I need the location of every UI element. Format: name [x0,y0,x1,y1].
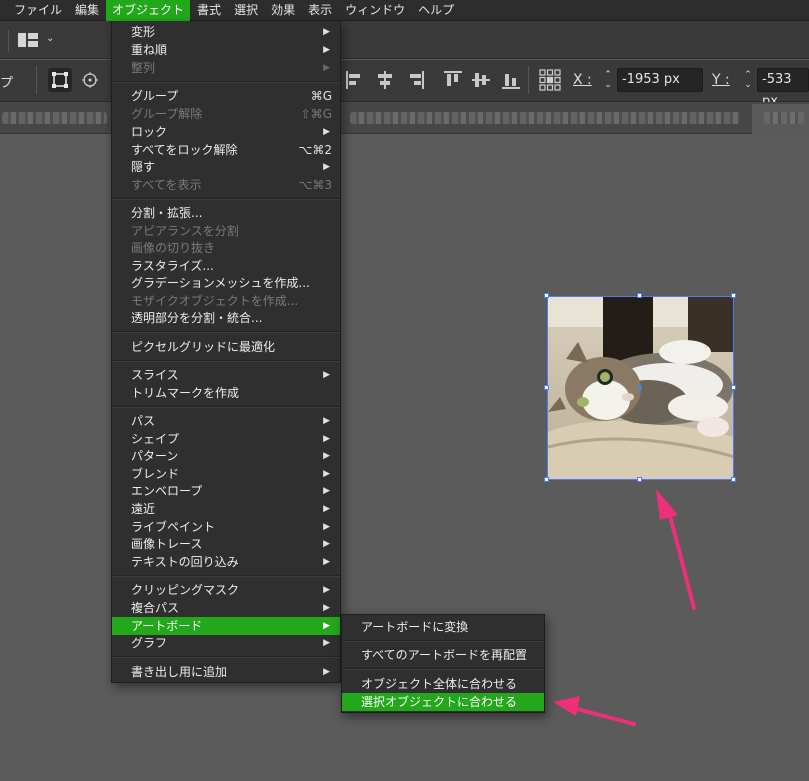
menu-item-rasterize[interactable]: ラスタライズ... [112,257,340,275]
annotation-arrow-up-icon [666,506,696,610]
menu-item-blend[interactable]: ブレンド ▶ [112,465,340,483]
menu-item-group[interactable]: グループ ⌘G [112,87,340,105]
menu-item-image-trace[interactable]: 画像トレース ▶ [112,535,340,553]
submenu-arrow-icon: ▶ [323,45,330,55]
menu-item-compound-path[interactable]: 複合パス ▶ [112,599,340,617]
submenu-arrow-icon: ▶ [323,667,330,677]
object-menu: 変形 ▶ 重ね順 ▶ 整列 ▶ グループ ⌘G グループ解除 ⇧⌘G ロック ▶ すべてをロ… [111,21,341,683]
shortcut-label: ⌘G [310,89,332,103]
shortcut-label: ⌥⌘3 [298,178,332,192]
menu-item-flatten-transparency[interactable]: 透明部分を分割・統合... [112,309,340,327]
menu-item-transform[interactable]: 変形 ▶ [112,23,340,41]
submenu-arrow-icon: ▶ [323,504,330,514]
annotation-arrowhead-icon [656,489,678,520]
menu-item-mosaic: モザイクオブジェクトを作成... [131,294,299,308]
menu-item-clipping-mask[interactable]: クリッピングマスク ▶ [112,581,340,599]
menu-item-shape[interactable]: シェイプ ▶ [112,430,340,448]
menu-separator [342,668,544,670]
menu-item-expand[interactable]: 分割・拡張... [112,204,340,222]
submenu-arrow-icon: ▶ [323,416,330,426]
submenu-item-convert-to-artboards[interactable]: アートボードに変換 [342,618,544,636]
menu-item-arrange[interactable]: 重ね順 ▶ [112,41,340,59]
menu-separator [112,406,340,408]
menu-item-trim-marks[interactable]: トリムマークを作成 [112,384,340,402]
menu-item-unlock-all[interactable]: すべてをロック解除 ⌥⌘2 [112,141,340,159]
menu-item-ungroup: グループ解除 ⇧⌘G [131,107,332,121]
menu-item-slice[interactable]: スライス ▶ [112,366,340,384]
submenu-arrow-icon: ▶ [323,469,330,479]
menu-separator [112,656,340,658]
submenu-arrow-icon: ▶ [323,434,330,444]
menu-separator [342,640,544,642]
menu-separator [112,198,340,200]
menu-separator [112,360,340,362]
submenu-arrow-icon: ▶ [323,451,330,461]
submenu-arrow-icon: ▶ [323,127,330,137]
submenu-arrow-icon: ▶ [323,370,330,380]
annotation-arrowhead-icon [553,696,580,716]
menu-item-artboard[interactable]: アートボード ▶ [112,617,340,635]
submenu-arrow-icon: ▶ [323,621,330,631]
submenu-arrow-icon: ▶ [323,539,330,549]
submenu-item-fit-artwork-bounds[interactable]: オブジェクト全体に合わせる [342,675,544,693]
menu-item-lock[interactable]: ロック ▶ [112,123,340,141]
submenu-arrow-icon: ▶ [323,603,330,613]
menu-item-text-wrap[interactable]: テキストの回り込み ▶ [112,553,340,571]
menu-item-show-all: すべてを表示 ⌥⌘3 [131,178,332,192]
submenu-arrow-icon: ▶ [323,27,330,37]
artboard-submenu: アートボードに変換 すべてのアートボードを再配置 オブジェクト全体に合わせる 選… [341,614,545,713]
menu-item-crop-image: 画像の切り抜き [131,241,216,255]
menu-item-pixel-perfect[interactable]: ピクセルグリッドに最適化 [112,338,340,356]
shortcut-label: ⇧⌘G [300,107,332,121]
annotation-arrow-left-icon [571,706,636,726]
submenu-arrow-icon: ▶ [323,585,330,595]
shortcut-label: ⌥⌘2 [298,143,332,157]
submenu-arrow-icon: ▶ [323,63,330,73]
submenu-item-rearrange-all[interactable]: すべてのアートボードを再配置 [342,646,544,664]
menu-separator [112,575,340,577]
menu-item-export-add[interactable]: 書き出し用に追加 ▶ [112,663,340,681]
menu-separator [112,81,340,83]
menu-item-perspective[interactable]: 遠近 ▶ [112,500,340,518]
submenu-arrow-icon: ▶ [323,486,330,496]
menu-item-expand-appearance: アピアランスを分割 [131,224,239,238]
menu-separator [112,331,340,333]
menu-item-envelope[interactable]: エンベロープ ▶ [112,482,340,500]
menu-item-align: 整列 ▶ [131,61,330,75]
menu-item-graph[interactable]: グラフ ▶ [112,634,340,652]
menu-item-path[interactable]: パス ▶ [112,412,340,430]
submenu-arrow-icon: ▶ [323,557,330,567]
submenu-arrow-icon: ▶ [323,522,330,532]
menu-item-gradient-mesh[interactable]: グラデーションメッシュを作成... [112,274,340,292]
menu-item-pattern[interactable]: パターン ▶ [112,447,340,465]
submenu-arrow-icon: ▶ [323,638,330,648]
menu-item-hide[interactable]: 隠す ▶ [112,158,340,176]
menu-item-live-paint[interactable]: ライブペイント ▶ [112,518,340,536]
submenu-item-fit-selected-art[interactable]: 選択オブジェクトに合わせる [342,693,544,711]
submenu-arrow-icon: ▶ [323,162,330,172]
